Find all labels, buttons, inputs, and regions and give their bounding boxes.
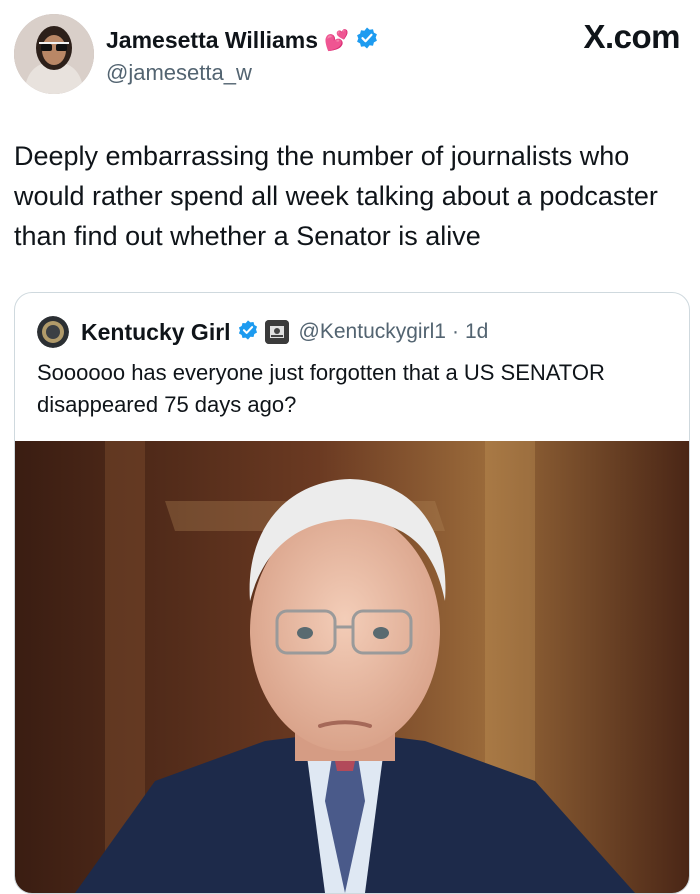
author-name-row: Jamesetta Williams 💕: [106, 22, 379, 58]
quoted-timestamp[interactable]: 1d: [465, 320, 488, 344]
verified-badge-icon: [237, 319, 259, 346]
quoted-author-avatar[interactable]: [37, 316, 69, 348]
emoji-heart: 💕: [324, 29, 349, 52]
quoted-author-name[interactable]: Kentucky Girl: [81, 319, 231, 346]
separator-dot: ·: [451, 320, 459, 343]
author-handle[interactable]: @jamesetta_w: [106, 60, 379, 86]
quoted-tweet-photo[interactable]: [15, 441, 689, 893]
tweet-card: Jamesetta Williams 💕 @jamesetta_w X.com …: [0, 0, 700, 894]
author-display-name[interactable]: Jamesetta Williams: [106, 27, 318, 54]
quoted-tweet-text: Soooooo has everyone just forgotten that…: [37, 360, 605, 417]
quoted-author-handle[interactable]: @Kentuckygirl1: [299, 320, 446, 344]
tweet-text: Deeply embarrassing the number of journa…: [14, 141, 658, 251]
quoted-tweet[interactable]: Kentucky Girl @Kentuckygirl1 · 1d Sooooo…: [14, 292, 690, 894]
verified-badge-icon: [355, 26, 379, 55]
author-avatar[interactable]: [14, 14, 94, 94]
quoted-tweet-header: Kentucky Girl @Kentuckygirl1 · 1d: [37, 315, 488, 349]
x-logo: X.com: [583, 18, 680, 55]
affiliate-badge-icon: [264, 320, 289, 344]
tweet-header: Jamesetta Williams 💕 @jamesetta_w X.com: [14, 14, 686, 96]
author-info: Jamesetta Williams 💕 @jamesetta_w: [106, 22, 379, 86]
